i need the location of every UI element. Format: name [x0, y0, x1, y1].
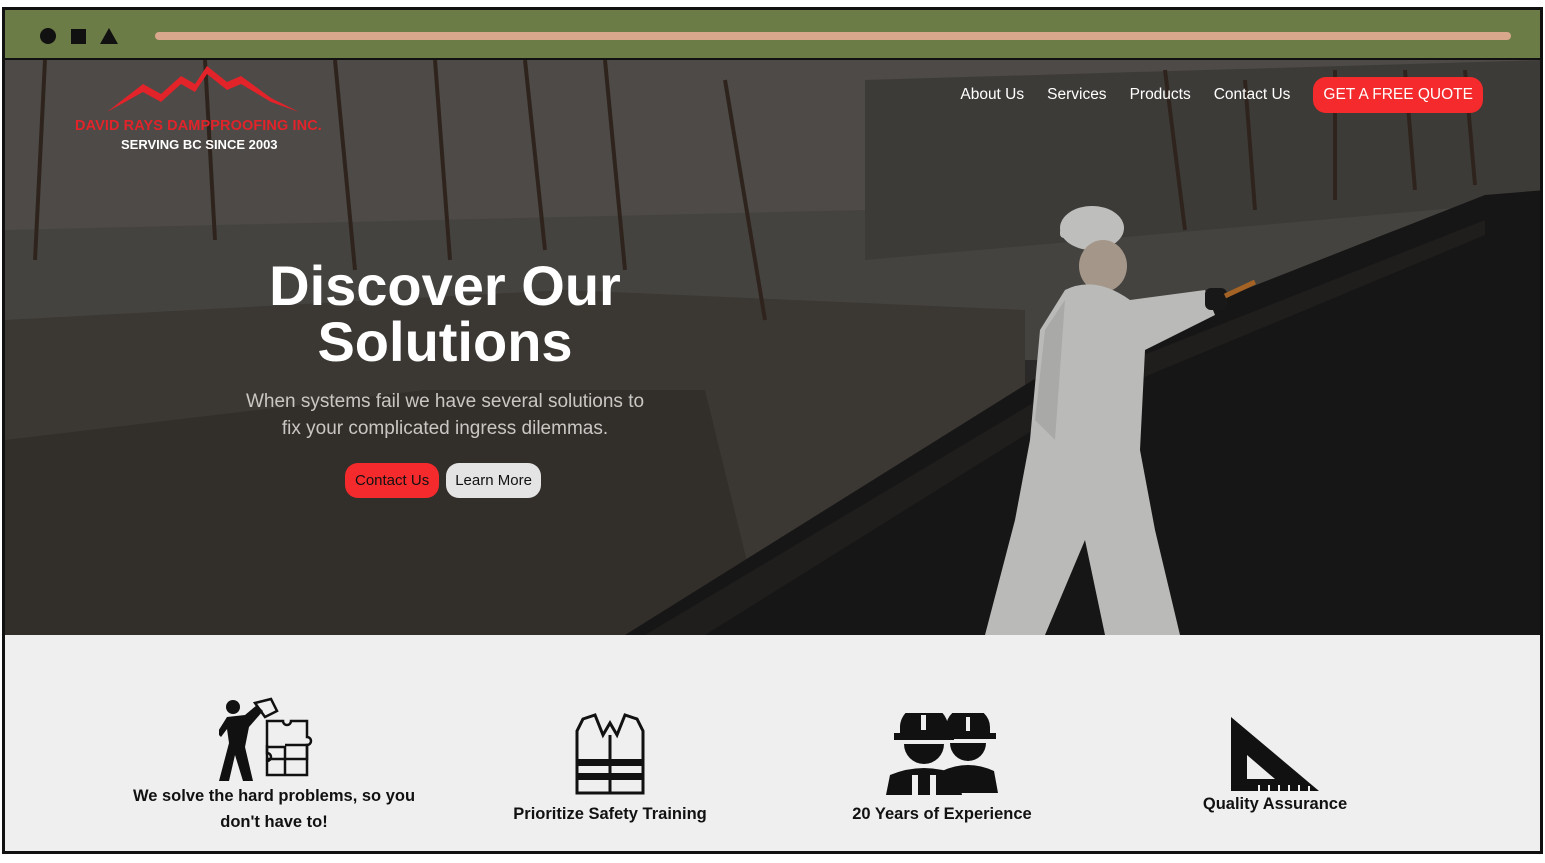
hero-title: Discover Our Solutions: [205, 258, 685, 370]
hero-title-line-1: Discover Our: [269, 254, 621, 317]
main-nav: About Us Services Products Contact Us GE…: [937, 77, 1483, 113]
feature-label-experience: 20 Years of Experience: [852, 805, 1032, 823]
mountain-logo-icon: [107, 66, 299, 112]
company-tagline: SERVING BC SINCE 2003: [121, 137, 278, 152]
feature-label-hard-problems-1: We solve the hard problems, so you: [132, 787, 416, 805]
nav-item-about-us[interactable]: About Us: [960, 86, 1024, 104]
features-section: We solve the hard problems, so you don't…: [5, 635, 1540, 851]
carpenter-square-icon: [1231, 717, 1319, 791]
square-control-icon[interactable]: [71, 29, 86, 44]
safety-vest-icon: [575, 713, 645, 795]
address-bar[interactable]: [155, 32, 1511, 40]
feature-label-hard-problems-2: don't have to!: [220, 813, 328, 831]
feature-label-quality: Quality Assurance: [1202, 795, 1348, 813]
contact-us-button[interactable]: Contact Us: [345, 463, 440, 498]
hero-section: DAVID RAYS DAMPPROOFING INC. SERVING BC …: [5, 60, 1540, 635]
construction-workers-icon: [886, 713, 998, 795]
triangle-control-icon[interactable]: [100, 28, 118, 44]
feature-experience: 20 Years of Experience: [817, 713, 1067, 827]
free-quote-button[interactable]: GET A FREE QUOTE: [1313, 77, 1483, 113]
hero-title-line-2: Solutions: [317, 310, 573, 373]
hero-subtitle: When systems fail we have several soluti…: [215, 388, 675, 442]
learn-more-button[interactable]: Learn More: [446, 463, 541, 498]
puzzle-worker-icon: [219, 697, 313, 781]
nav-item-services[interactable]: Services: [1047, 86, 1106, 104]
hero-buttons: Contact Us Learn More: [345, 463, 541, 498]
nav-item-contact-us[interactable]: Contact Us: [1214, 86, 1291, 104]
feature-quality: Quality Assurance: [1150, 715, 1400, 817]
browser-window: DAVID RAYS DAMPPROOFING INC. SERVING BC …: [2, 7, 1543, 854]
hero-subtitle-line-2: fix your complicated ingress dilemmas.: [281, 418, 609, 439]
nav-item-products[interactable]: Products: [1130, 86, 1191, 104]
company-logo[interactable]: DAVID RAYS DAMPPROOFING INC. SERVING BC …: [69, 64, 359, 156]
feature-label-safety: Prioritize Safety Training: [513, 805, 707, 823]
circle-control-icon[interactable]: [40, 28, 56, 44]
feature-safety-training: Prioritize Safety Training: [485, 713, 735, 827]
company-name: DAVID RAYS DAMPPROOFING INC.: [75, 118, 322, 134]
feature-hard-problems: We solve the hard problems, so you don't…: [105, 697, 443, 835]
hero-subtitle-line-1: When systems fail we have several soluti…: [245, 391, 645, 412]
browser-chrome: [5, 10, 1540, 60]
